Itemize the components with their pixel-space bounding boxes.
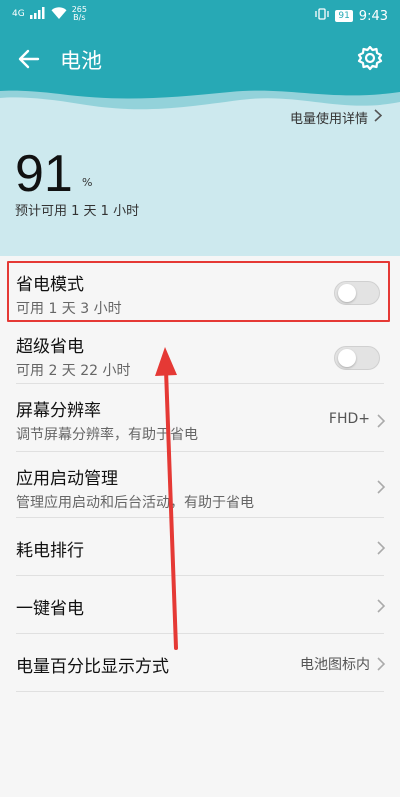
super-power-saving-row[interactable]: 超级省电 可用 2 天 22 小时 [0, 322, 400, 384]
status-bar: 4G 265 B/s 91 9:43 [0, 0, 400, 34]
setting-subtitle: 调节屏幕分辨率，有助于省电 [16, 427, 198, 443]
app-bar: 电池 [0, 34, 400, 84]
power-saving-toggle[interactable] [334, 281, 380, 305]
setting-value: FHD+ [328, 411, 370, 427]
setting-label: 耗电排行 [16, 541, 84, 561]
power-saving-mode-row[interactable]: 省电模式 可用 1 天 3 小时 [0, 256, 400, 322]
network-speed-unit: B/s [73, 13, 86, 22]
divider [16, 691, 384, 692]
power-consumption-ranking-row[interactable]: 耗电排行 [0, 518, 400, 576]
page-title: 电池 [60, 49, 102, 73]
chevron-right-icon [376, 413, 386, 428]
battery-summary-card: 电量使用详情 91 % 预计可用 1 天 1 小时 [0, 84, 400, 256]
setting-label: 屏幕分辨率 [16, 401, 101, 421]
battery-percentage-display-row[interactable]: 电量百分比显示方式 电池图标内 [0, 634, 400, 692]
chevron-right-icon [374, 109, 383, 126]
chevron-right-icon [376, 479, 386, 494]
setting-label: 超级省电 [16, 337, 84, 357]
setting-label: 省电模式 [16, 275, 84, 295]
signal-bars-icon [29, 6, 46, 22]
super-power-saving-toggle[interactable] [334, 346, 380, 370]
screen-resolution-row[interactable]: 屏幕分辨率 调节屏幕分辨率，有助于省电 FHD+ [0, 384, 400, 452]
app-launch-management-row[interactable]: 应用启动管理 管理应用启动和后台活动，有助于省电 [0, 452, 400, 518]
chevron-right-icon [376, 598, 386, 613]
signal-indicator: 4G [12, 8, 25, 19]
setting-label: 应用启动管理 [16, 469, 118, 489]
wifi-icon [51, 6, 67, 22]
battery-status-badge: 91 [335, 10, 353, 22]
one-tap-power-saving-row[interactable]: 一键省电 [0, 576, 400, 634]
settings-gear-icon[interactable] [356, 44, 384, 72]
setting-subtitle: 管理应用启动和后台活动，有助于省电 [16, 495, 254, 511]
settings-list: 省电模式 可用 1 天 3 小时 超级省电 可用 2 天 22 小时 屏幕分辨率… [0, 256, 400, 692]
setting-label: 一键省电 [16, 599, 84, 619]
setting-subtitle: 可用 1 天 3 小时 [16, 301, 122, 317]
network-speed: 265 B/s [72, 6, 87, 22]
toggle-knob [338, 284, 356, 302]
usage-details-label: 电量使用详情 [289, 112, 368, 127]
battery-level-number: 91 [15, 145, 73, 203]
toggle-knob [338, 349, 356, 367]
chevron-right-icon [376, 540, 386, 555]
setting-value: 电池图标内 [300, 657, 370, 673]
back-arrow-icon[interactable] [14, 44, 44, 74]
setting-label: 电量百分比显示方式 [16, 657, 169, 677]
battery-percent-sign: % [82, 176, 93, 189]
chevron-right-icon [376, 656, 386, 671]
setting-subtitle: 可用 2 天 22 小时 [16, 363, 131, 379]
usage-details-link[interactable]: 电量使用详情 [289, 108, 383, 127]
status-time: 9:43 [358, 8, 388, 24]
battery-estimate: 预计可用 1 天 1 小时 [15, 204, 140, 219]
vibrate-icon [315, 8, 329, 24]
